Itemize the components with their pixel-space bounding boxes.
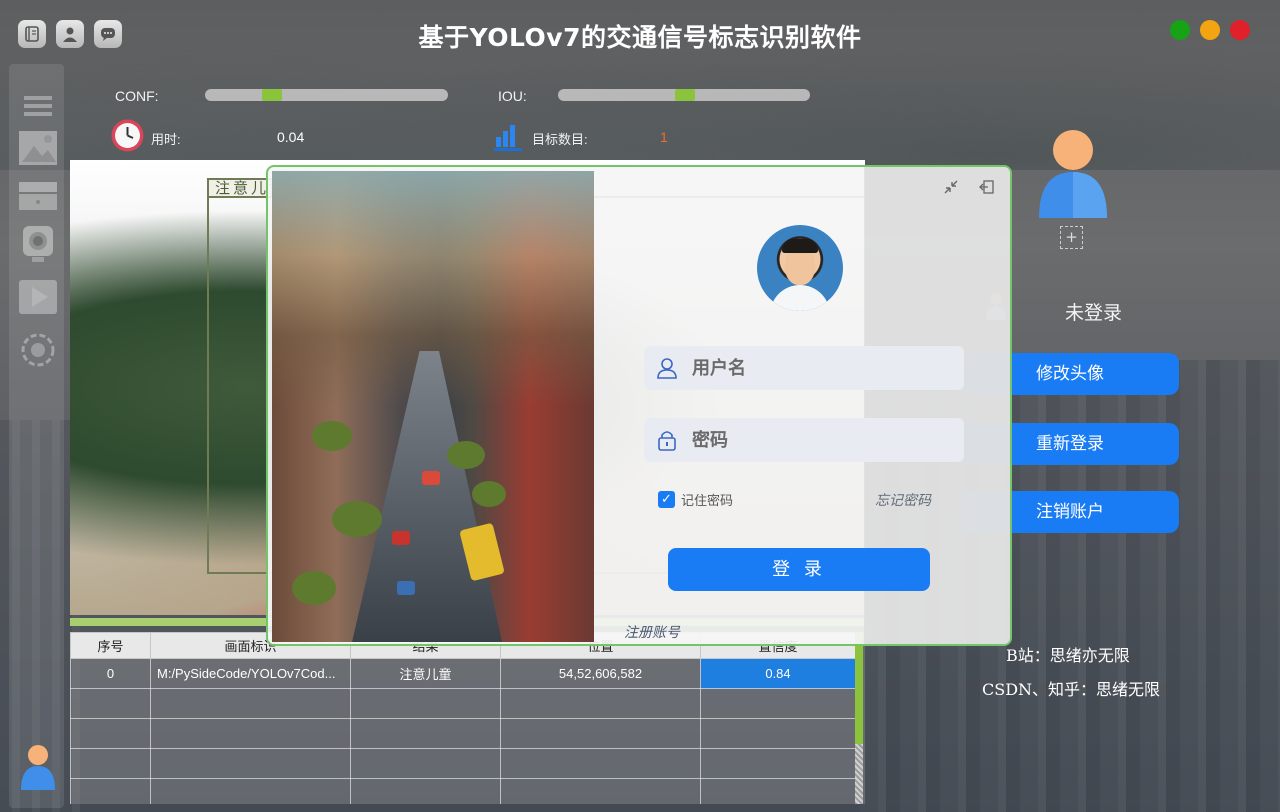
remember-label: 记住密码	[681, 494, 734, 509]
camera-icon[interactable]	[18, 224, 58, 264]
table-cell[interactable]	[500, 748, 701, 779]
table-cell[interactable]	[700, 718, 856, 749]
table-cell[interactable]	[70, 778, 151, 804]
username-field[interactable]	[644, 346, 964, 390]
table-cell[interactable]: M:/PySideCode/YOLOv7Cod...	[150, 658, 351, 689]
table-cell[interactable]: 注意儿童	[350, 658, 501, 689]
login-button[interactable]: 登 录	[668, 548, 930, 591]
minimize-icon[interactable]	[942, 179, 960, 197]
table-cell[interactable]	[150, 688, 351, 719]
iou-label: IOU:	[498, 88, 527, 104]
table-cell[interactable]	[70, 748, 151, 779]
scrollbar-thumb[interactable]	[855, 632, 863, 744]
table-cell[interactable]	[350, 778, 501, 804]
table-scrollbar[interactable]	[855, 632, 863, 804]
add-avatar-button[interactable]: +	[1060, 226, 1083, 249]
credit-bilibili: B站：思绪亦无限	[1006, 646, 1130, 665]
table-cell[interactable]	[700, 688, 856, 719]
folder-icon[interactable]	[18, 176, 58, 216]
time-value: 0.04	[277, 129, 305, 145]
exit-icon[interactable]	[978, 179, 996, 197]
menu-icon[interactable]	[18, 86, 58, 126]
left-sidebar	[9, 64, 64, 808]
table-row[interactable]	[70, 778, 856, 804]
table-row[interactable]	[70, 718, 856, 749]
table-cell[interactable]: 54,52,606,582	[500, 658, 701, 689]
login-status: 未登录	[1065, 302, 1123, 324]
login-banner-image	[272, 171, 594, 642]
user-outline-icon	[657, 358, 677, 379]
conf-slider-thumb[interactable]	[262, 89, 282, 101]
settings-icon[interactable]	[18, 330, 58, 370]
app-title: 基于YOLOv7的交通信号标志识别软件	[418, 23, 862, 52]
count-label: 目标数目:	[532, 132, 588, 147]
remember-checkbox[interactable]: ✓	[658, 491, 675, 508]
maximize-button[interactable]	[1170, 20, 1190, 40]
conf-slider[interactable]	[205, 89, 448, 101]
table-cell[interactable]	[150, 718, 351, 749]
profile-avatar-icon	[1036, 130, 1110, 218]
clock-icon	[110, 118, 145, 153]
lock-icon	[658, 431, 676, 451]
results-table: 序号 画面标识 结果 位置 置信度 0 M:/PySideCode/YOLOv7…	[70, 632, 865, 804]
table-cell[interactable]	[350, 688, 501, 719]
table-cell[interactable]	[350, 748, 501, 779]
iou-slider[interactable]	[558, 89, 810, 101]
table-cell[interactable]	[500, 688, 701, 719]
time-label: 用时:	[151, 132, 181, 147]
login-avatar	[757, 225, 843, 311]
close-button[interactable]	[1230, 20, 1250, 40]
login-dialog: ✓ 记住密码 忘记密码 登 录 注册账号	[266, 165, 1012, 646]
table-cell[interactable]	[500, 778, 701, 804]
credit-csdn: CSDN、知乎：思绪无限	[982, 680, 1161, 699]
image-icon[interactable]	[18, 128, 58, 168]
table-row[interactable]	[70, 748, 856, 779]
table-cell[interactable]	[150, 748, 351, 779]
table-cell[interactable]	[150, 778, 351, 804]
bar-chart-icon	[494, 121, 522, 151]
password-input[interactable]	[692, 429, 922, 451]
table-cell[interactable]	[700, 778, 856, 804]
table-cell[interactable]	[500, 718, 701, 749]
window-controls	[1170, 20, 1250, 40]
table-cell[interactable]	[350, 718, 501, 749]
password-field[interactable]	[644, 418, 964, 462]
table-cell[interactable]	[700, 748, 856, 779]
forgot-password-link[interactable]: 忘记密码	[875, 490, 931, 510]
column-header[interactable]: 序号	[70, 632, 151, 659]
table-row[interactable]	[70, 688, 856, 719]
table-row[interactable]: 0 M:/PySideCode/YOLOv7Cod... 注意儿童 54,52,…	[70, 658, 856, 689]
minimize-button[interactable]	[1200, 20, 1220, 40]
table-cell[interactable]: 0	[70, 658, 151, 689]
register-link[interactable]: 注册账号	[624, 622, 680, 642]
iou-slider-thumb[interactable]	[675, 89, 695, 101]
username-input[interactable]	[692, 357, 922, 379]
video-icon[interactable]	[18, 277, 58, 317]
table-cell[interactable]	[70, 688, 151, 719]
user-avatar-icon[interactable]	[19, 744, 57, 790]
table-cell[interactable]: 0.84	[700, 658, 856, 689]
count-value: 1	[660, 129, 668, 145]
remember-password[interactable]: ✓ 记住密码	[658, 490, 733, 509]
conf-label: CONF:	[115, 88, 159, 104]
table-cell[interactable]	[70, 718, 151, 749]
